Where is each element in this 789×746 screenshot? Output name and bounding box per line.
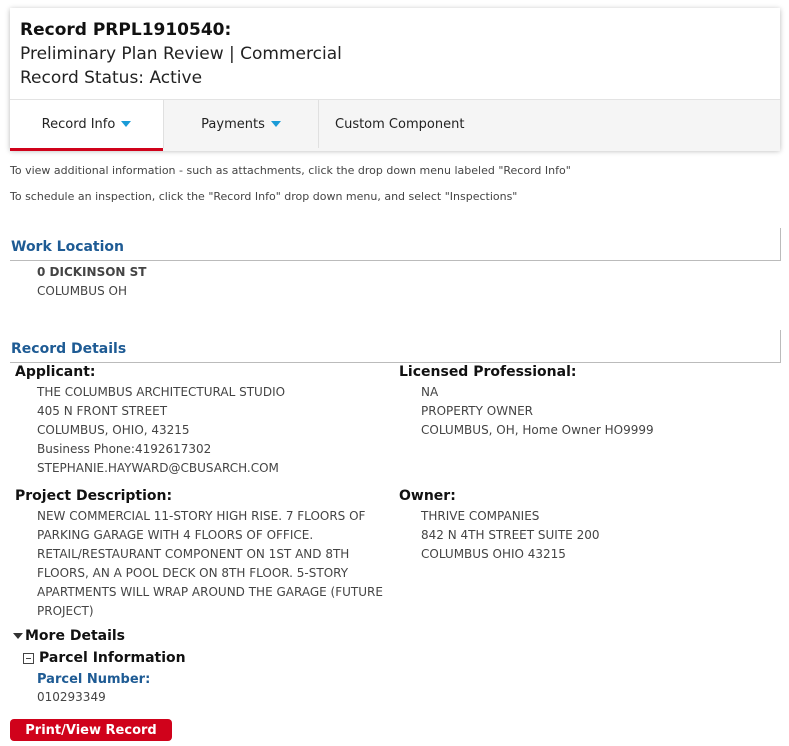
owner-city: COLUMBUS OHIO 43215	[421, 547, 566, 561]
tab-custom-component[interactable]: Custom Component	[318, 100, 495, 148]
licensed-professional-label: Licensed Professional:	[399, 364, 577, 380]
inspection-note: To schedule an inspection, click the "Re…	[10, 190, 518, 203]
record-details-header: Record Details	[10, 330, 781, 363]
parcel-number-value: 010293349	[37, 690, 106, 704]
more-details-label: More Details	[25, 628, 126, 644]
parcel-information-toggle[interactable]: Parcel Information	[23, 650, 186, 666]
owner-address: 842 N 4TH STREET SUITE 200	[421, 528, 600, 542]
record-id: Record PRPL1910540:	[20, 20, 232, 40]
licensed-professional-city: COLUMBUS, OH, Home Owner HO9999	[421, 423, 654, 437]
work-location-street: 0 DICKINSON ST	[37, 265, 147, 279]
owner-label: Owner:	[399, 488, 456, 504]
record-header-card: Record PRPL1910540: Preliminary Plan Rev…	[10, 8, 780, 151]
owner-info: THRIVE COMPANIES 842 N 4TH STREET SUITE …	[421, 507, 599, 564]
record-type: Preliminary Plan Review | Commercial	[20, 44, 342, 64]
work-location-title: Work Location	[11, 239, 125, 255]
caret-down-icon	[270, 121, 281, 127]
applicant-address: 405 N FRONT STREET	[37, 404, 168, 418]
project-description-text: NEW COMMERCIAL 11-STORY HIGH RISE. 7 FLO…	[37, 509, 383, 618]
parcel-information-label: Parcel Information	[39, 650, 186, 666]
record-tabs: Record Info Payments Custom Component	[10, 99, 780, 151]
tab-payments-label: Payments	[201, 116, 265, 132]
applicant-city: COLUMBUS, OHIO, 43215	[37, 423, 190, 437]
licensed-professional-name: NA	[421, 385, 439, 399]
applicant-info: THE COLUMBUS ARCHITECTURAL STUDIO 405 N …	[37, 383, 285, 478]
work-location-header: Work Location	[10, 228, 781, 261]
applicant-phone: Business Phone:4192617302	[37, 442, 212, 456]
triangle-down-icon	[13, 633, 23, 639]
tab-record-info-label: Record Info	[41, 116, 116, 132]
record-header: Record PRPL1910540: Preliminary Plan Rev…	[10, 8, 780, 90]
owner-name: THRIVE COMPANIES	[421, 509, 540, 523]
more-details-toggle[interactable]: More Details	[13, 628, 125, 644]
tab-payments[interactable]: Payments	[163, 100, 318, 148]
project-description-label: Project Description:	[15, 488, 173, 504]
project-description-info: NEW COMMERCIAL 11-STORY HIGH RISE. 7 FLO…	[37, 507, 397, 621]
applicant-name: THE COLUMBUS ARCHITECTURAL STUDIO	[37, 385, 286, 399]
work-location-city: COLUMBUS OH	[37, 284, 127, 298]
licensed-professional-info: NA PROPERTY OWNER COLUMBUS, OH, Home Own…	[421, 383, 654, 440]
record-status: Record Status: Active	[20, 68, 203, 88]
parcel-number-label: Parcel Number:	[37, 672, 151, 687]
collapse-minus-icon	[23, 652, 34, 664]
caret-down-icon	[121, 121, 132, 127]
applicant-label: Applicant:	[15, 364, 96, 380]
info-note: To view additional information - such as…	[10, 164, 571, 177]
licensed-professional-type: PROPERTY OWNER	[421, 404, 533, 418]
record-details-title: Record Details	[11, 341, 127, 357]
tab-record-info[interactable]: Record Info	[10, 100, 163, 151]
tab-custom-component-label: Custom Component	[335, 116, 465, 132]
applicant-email: STEPHANIE.HAYWARD@CBUSARCH.COM	[37, 461, 279, 475]
print-view-record-button[interactable]: Print/View Record	[10, 719, 172, 741]
